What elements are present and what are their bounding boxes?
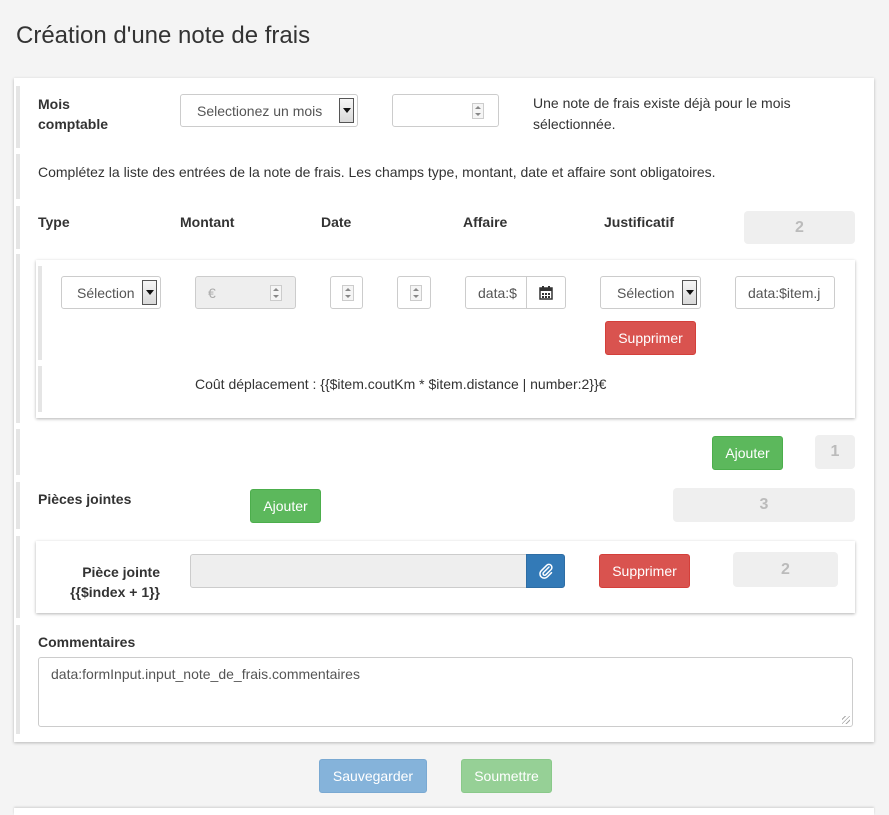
chevron-down-icon [142,280,157,305]
chevron-down-icon [682,280,697,305]
add-attachment-button[interactable]: Ajouter [250,489,321,523]
comments-label: Commentaires [38,634,136,650]
entry-montant-input[interactable]: € [195,276,296,309]
attachment-count-badge: 2 [733,552,838,587]
attach-file-button[interactable] [526,554,565,588]
spinner-icon[interactable] [270,285,282,301]
month-warning: Une note de frais existe déjà pour le mo… [533,95,791,132]
month-select-value: Selectionez un mois [197,102,323,119]
section-bar [16,536,20,618]
year-input-value [403,95,468,126]
spinner-icon[interactable] [472,103,484,119]
entry-justificatif-value: Sélection [617,284,675,301]
resize-grip-icon[interactable] [842,716,850,724]
calendar-icon [539,285,553,300]
attachments-count-badge: 3 [673,488,855,522]
comments-textarea[interactable]: data:formInput.input_note_de_frais.comme… [38,657,853,727]
section-bar [16,154,20,199]
section-bar [16,482,20,529]
attachment-file-value [203,555,522,587]
page-title: Création d'une note de frais [16,22,311,49]
month-label: Mois comptable [38,96,109,132]
section-bar [16,86,20,148]
year-input[interactable] [392,94,499,127]
entry-justificatif-text: data:$item.j [748,284,821,301]
submit-button[interactable]: Soumettre [461,759,552,793]
instructions-text: Complétez la liste des entrées de la not… [38,164,716,180]
entry-justificatif-input[interactable]: data:$item.j [735,276,835,309]
travel-cost-text: Coût déplacement : {{$item.coutKm * $ite… [195,376,607,392]
month-select[interactable]: Selectionez un mois [180,94,358,127]
section-bar [16,625,20,734]
chevron-down-icon [339,98,354,123]
attachment-label: Pièce jointe {{$index + 1}} [70,564,160,600]
entries-count-badge: 2 [744,211,855,244]
entry-type-select[interactable]: Sélection [61,276,161,309]
section-bar [16,206,20,249]
column-header-date: Date [321,214,352,230]
column-header-justificatif: Justificatif [604,214,675,230]
entry-justificatif-select[interactable]: Sélection [600,276,701,309]
attachments-label: Pièces jointes [38,491,132,507]
section-bar [16,254,20,423]
spinner-icon[interactable] [342,285,354,301]
calendar-button[interactable] [526,276,566,309]
attachment-file-input[interactable] [190,554,527,588]
attachment-delete-button[interactable]: Supprimer [599,554,690,588]
entry-inner-bar [38,366,42,412]
entry-affaire-input[interactable]: data:$ [465,276,527,309]
entry-affaire-value: data:$ [478,284,517,301]
entry-distance-input[interactable] [397,276,431,309]
section-bar [16,429,20,475]
entry-delete-button[interactable]: Supprimer [605,321,696,355]
entry-type-value: Sélection [77,284,135,301]
column-header-affaire: Affaire [463,214,508,230]
euro-placeholder: € [208,284,216,301]
column-header-type: Type [38,214,70,230]
entries-footer-count-badge: 1 [815,435,855,469]
add-entry-button[interactable]: Ajouter [712,436,783,470]
next-panel-edge [14,808,874,815]
column-header-montant: Montant [180,214,235,230]
entry-date-input[interactable] [330,276,363,309]
paperclip-icon [538,563,553,579]
entry-inner-bar [38,266,42,360]
save-button[interactable]: Sauvegarder [319,759,427,793]
spinner-icon[interactable] [410,285,422,301]
